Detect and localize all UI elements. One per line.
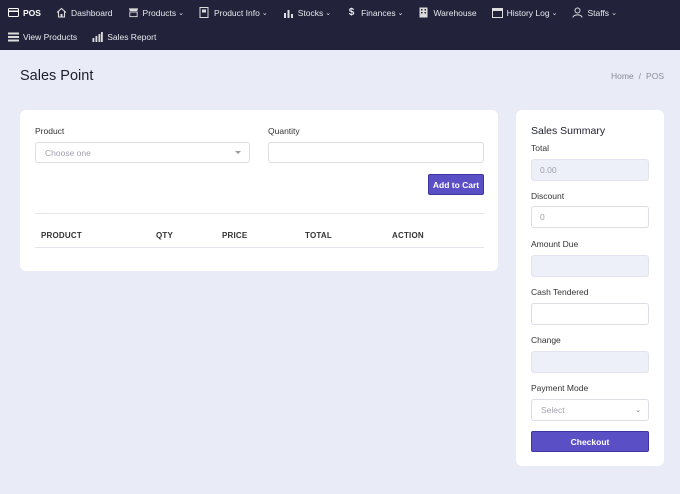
nav-item-sales-report[interactable]: Sales Report (92, 31, 156, 42)
nav-label: Products (142, 7, 177, 18)
product-select-placeholder: Choose one (45, 147, 91, 158)
nav-item-view-products[interactable]: View Products (8, 31, 77, 42)
divider (35, 213, 484, 214)
chevron-down-icon: ⌄ (261, 9, 268, 17)
building-icon (418, 7, 429, 18)
column-header-price: PRICE (222, 231, 248, 240)
card-icon (8, 7, 19, 18)
amount-due-field (531, 255, 649, 277)
nav-row-secondary: View Products Sales Report (8, 25, 672, 48)
quantity-input[interactable] (268, 142, 484, 163)
chevron-down-icon: ⌄ (635, 407, 641, 414)
column-header-product: PRODUCT (41, 231, 82, 240)
sales-summary-card: Sales Summary Total 0.00 Discount 0 Amou… (516, 110, 664, 466)
nav-label: Product Info (213, 7, 260, 18)
nav-label: Dashboard (70, 7, 113, 18)
store-icon (128, 7, 139, 18)
dollar-icon: $ (348, 7, 355, 18)
breadcrumb-separator: / (638, 71, 642, 81)
nav-item-product-info[interactable]: Product Info ⌄ (199, 7, 268, 18)
column-header-action: ACTION (392, 231, 424, 240)
bar-chart-icon (283, 7, 294, 18)
chevron-down-icon: ⌄ (551, 9, 558, 17)
product-label: Product (35, 126, 65, 136)
quantity-label: Quantity (268, 126, 300, 136)
breadcrumb-home-link[interactable]: Home (611, 71, 634, 81)
book-icon (199, 7, 210, 18)
nav-label: Finances (361, 7, 396, 18)
cash-tendered-label: Cash Tendered (531, 287, 589, 297)
change-field (531, 351, 649, 373)
nav-row-primary: POS Dashboard Products ⌄ Product Info ⌄ … (8, 0, 672, 25)
chevron-down-icon: ⌄ (325, 9, 332, 17)
nav-item-products[interactable]: Products ⌄ (128, 7, 184, 18)
nav-item-stocks[interactable]: Stocks ⌄ (283, 7, 331, 18)
table-header-divider (35, 247, 484, 248)
breadcrumb: Home / POS (611, 71, 664, 81)
caret-down-icon (235, 151, 241, 154)
calendar-icon (491, 7, 503, 18)
top-navbar: POS Dashboard Products ⌄ Product Info ⌄ … (0, 0, 680, 50)
chevron-down-icon: ⌄ (178, 9, 184, 17)
total-field: 0.00 (531, 159, 649, 181)
checkout-button[interactable]: Checkout (531, 431, 649, 452)
discount-label: Discount (531, 191, 565, 201)
breadcrumb-current: POS (646, 71, 664, 81)
nav-item-history-log[interactable]: History Log ⌄ (491, 7, 558, 18)
chevron-down-icon: ⌄ (397, 9, 404, 17)
nav-label: Warehouse (433, 7, 477, 18)
nav-item-dashboard[interactable]: Dashboard (56, 7, 113, 18)
amount-due-label: Amount Due (531, 239, 579, 249)
user-icon (572, 7, 583, 18)
column-header-total: TOTAL (305, 231, 332, 240)
nav-label: Stocks (297, 7, 324, 18)
sales-summary-title: Sales Summary (531, 125, 606, 137)
payment-mode-value: Select (541, 405, 565, 415)
nav-label: View Products (23, 31, 78, 42)
nav-item-finances[interactable]: $ Finances ⌄ (346, 7, 404, 18)
nav-label: Sales Report (107, 31, 157, 42)
nav-label: Staffs (587, 7, 610, 18)
home-icon (56, 7, 67, 18)
nav-item-warehouse[interactable]: Warehouse (418, 7, 477, 18)
pos-entry-card: Product Choose one Quantity Add to Cart … (20, 110, 498, 271)
page-title: Sales Point (20, 68, 94, 84)
payment-mode-select[interactable]: Select ⌄ (531, 399, 649, 421)
discount-input[interactable]: 0 (531, 206, 649, 228)
change-label: Change (531, 335, 561, 345)
nav-label: History Log (506, 7, 550, 18)
chevron-down-icon: ⌄ (611, 9, 617, 17)
nav-label: POS (23, 7, 41, 18)
total-label: Total (531, 143, 549, 153)
column-header-qty: QTY (156, 231, 174, 240)
nav-item-pos[interactable]: POS (8, 7, 41, 18)
list-icon (8, 31, 19, 42)
report-icon (92, 31, 103, 42)
product-select[interactable]: Choose one (35, 142, 250, 163)
cash-tendered-input[interactable] (531, 303, 649, 325)
nav-item-staffs[interactable]: Staffs ⌄ (572, 7, 617, 18)
page-header: Sales Point Home / POS (20, 68, 664, 84)
add-to-cart-button[interactable]: Add to Cart (428, 174, 484, 195)
payment-mode-label: Payment Mode (531, 383, 589, 393)
